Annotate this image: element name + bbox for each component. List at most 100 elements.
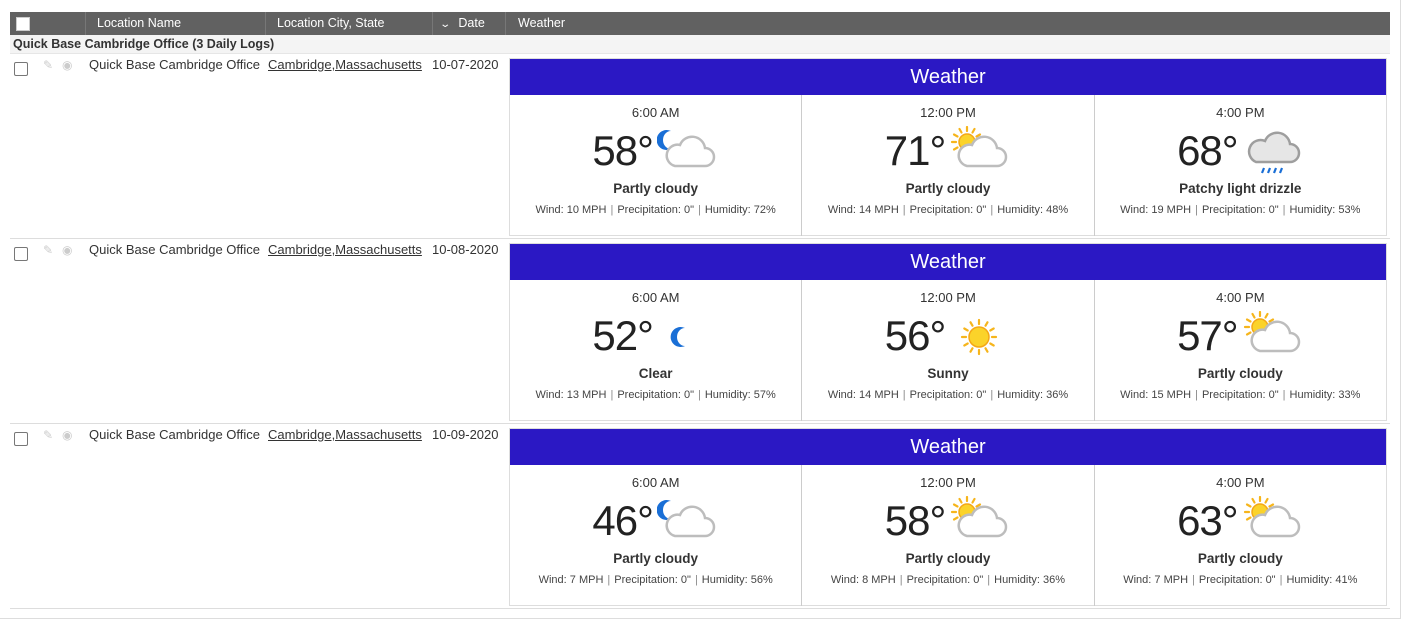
temperature: 63° xyxy=(1177,497,1239,544)
weather-stats: Wind: 10 MPH | Precipitation: 0" | Humidity:… xyxy=(510,204,801,216)
humidity-value: 36% xyxy=(1046,389,1069,401)
humidity-value: 56% xyxy=(750,574,773,586)
precip-value: 0" xyxy=(1265,574,1276,586)
weather-widget-title: Weather xyxy=(510,429,1386,465)
precip-value: 0" xyxy=(973,574,984,586)
weather-period: 6:00 AM 58° Partly cloudy Wind: 10 MPH | Prec… xyxy=(510,95,803,236)
separator: | xyxy=(902,389,906,401)
location-name-cell: Quick Base Cambridge Office xyxy=(89,427,260,442)
temperature: 52° xyxy=(592,312,654,359)
weather-stats: Wind: 7 MPH | Precipitation: 0" | Humidity: … xyxy=(510,574,801,586)
location-city-link[interactable]: Cambridge,Massachusetts xyxy=(268,57,422,72)
weather-period: 12:00 PM 71° Partly cloudy Wind: 14 MPH | Pre… xyxy=(802,95,1095,236)
row-checkbox[interactable] xyxy=(14,62,28,76)
separator: | xyxy=(607,574,611,586)
weather-period: 4:00 PM 63° Partly cloudy Wind: 7 MPH | Preci… xyxy=(1095,465,1386,606)
separator: | xyxy=(1282,389,1286,401)
wind-value: 7 MPH xyxy=(569,574,604,586)
temperature: 57° xyxy=(1177,312,1239,359)
humidity-value: 33% xyxy=(1338,389,1361,401)
row-checkbox[interactable] xyxy=(14,247,28,261)
wind-value: 8 MPH xyxy=(862,574,896,586)
chevron-down-icon: ⌄ xyxy=(439,19,452,30)
location-city-link[interactable]: Cambridge,Massachusetts xyxy=(268,427,422,442)
weather-widget: Weather 6:00 AM 52° Clear Wind: 13 MPH | Preci… xyxy=(509,243,1387,421)
humidity-value: 41% xyxy=(1335,574,1358,586)
temperature-line: 56° xyxy=(802,308,1093,364)
column-header-location-name[interactable]: Location Name xyxy=(86,12,266,35)
column-header-date[interactable]: ⌄ Date xyxy=(433,12,506,35)
temperature-line: 57° xyxy=(1095,308,1386,364)
edit-pencil-icon[interactable]: ✎ xyxy=(43,243,53,257)
edit-pencil-icon[interactable]: ✎ xyxy=(43,58,53,72)
temperature-line: 46° xyxy=(510,493,801,549)
temperature-line: 68° xyxy=(1095,123,1386,179)
separator: | xyxy=(987,574,991,586)
drizzle-cloud-icon xyxy=(1247,131,1300,174)
temperature-line: 63° xyxy=(1095,493,1386,549)
separator: | xyxy=(902,204,906,216)
humidity-value: 53% xyxy=(1338,204,1361,216)
condition-text: Clear xyxy=(638,366,673,381)
temperature: 58° xyxy=(884,497,947,544)
humidity-value: 72% xyxy=(753,204,776,216)
weather-stats: Wind: 7 MPH | Precipitation: 0" | Humidity: … xyxy=(1095,574,1386,586)
weather-stats: Wind: 8 MPH | Precipitation: 0" | Humidity: … xyxy=(802,574,1093,586)
location-city-link[interactable]: Cambridge,Massachusetts xyxy=(268,242,422,257)
weather-widget-title: Weather xyxy=(510,59,1386,95)
temperature: 58° xyxy=(592,127,654,174)
period-time: 6:00 AM xyxy=(631,105,680,120)
separator: | xyxy=(698,389,701,401)
weather-stats: Wind: 19 MPH | Precipitation: 0" | Humidity:… xyxy=(1095,204,1386,216)
weather-periods: 6:00 AM 52° Clear Wind: 13 MPH | Precipitatio… xyxy=(510,280,1386,421)
condition-text: Sunny xyxy=(927,366,969,381)
precip-value: 0" xyxy=(976,204,987,216)
period-time: 4:00 PM xyxy=(1216,105,1265,120)
view-eye-icon[interactable]: ◉ xyxy=(62,58,72,72)
row-checkbox[interactable] xyxy=(14,432,28,446)
location-name-cell: Quick Base Cambridge Office xyxy=(89,57,260,72)
sun-cloud-icon xyxy=(1243,311,1300,353)
sun-cloud-icon xyxy=(951,126,1008,168)
wind-label: Wind: xyxy=(827,204,856,216)
period-time: 12:00 PM xyxy=(920,290,976,305)
table-row: ✎ ◉ Quick Base Cambridge Office Cambridge,M… xyxy=(10,54,1390,239)
separator: | xyxy=(899,574,903,586)
wind-label: Wind: xyxy=(830,574,860,586)
precip-value: 0" xyxy=(1268,204,1279,216)
separator: | xyxy=(990,389,994,401)
precip-label: Precipitation: xyxy=(614,574,678,586)
column-header-location-city[interactable]: Location City, State xyxy=(266,12,433,35)
humidity-label: Humidity: xyxy=(1289,389,1336,401)
humidity-label: Humidity: xyxy=(997,204,1044,216)
wind-label: Wind: xyxy=(1120,204,1149,216)
view-eye-icon[interactable]: ◉ xyxy=(62,428,72,442)
weather-widget: Weather 6:00 AM 58° Partly cloudy Wind: 10 M… xyxy=(509,58,1387,236)
separator: | xyxy=(1195,204,1198,216)
weather-periods: 6:00 AM 58° Partly cloudy Wind: 10 MPH | Prec… xyxy=(510,95,1386,236)
weather-stats: Wind: 14 MPH | Precipitation: 0" | Humidity:… xyxy=(802,389,1093,401)
sun-cloud-icon xyxy=(951,496,1008,538)
date-cell: 10-09-2020 xyxy=(432,427,499,442)
condition-text: Partly cloudy xyxy=(613,551,699,566)
select-all-checkbox[interactable] xyxy=(16,17,30,31)
edit-pencil-icon[interactable]: ✎ xyxy=(43,428,53,442)
weather-stats: Wind: 15 MPH | Precipitation: 0" | Humidity:… xyxy=(1095,389,1386,401)
temperature-line: 58° xyxy=(510,123,801,179)
precip-label: Precipitation: xyxy=(906,574,971,586)
view-eye-icon[interactable]: ◉ xyxy=(62,243,72,257)
wind-value: 10 MPH xyxy=(566,204,607,216)
wind-label: Wind: xyxy=(1123,574,1152,586)
group-header: Quick Base Cambridge Office (3 Daily Log… xyxy=(10,35,1390,54)
condition-text: Partly cloudy xyxy=(613,181,699,196)
column-header-weather[interactable]: Weather xyxy=(506,12,1390,35)
wind-label: Wind: xyxy=(535,204,564,216)
precip-label: Precipitation: xyxy=(909,204,974,216)
moon-cloud-icon xyxy=(656,130,716,168)
separator: | xyxy=(1282,204,1286,216)
separator: | xyxy=(1279,574,1283,586)
condition-text: Partly cloudy xyxy=(1197,366,1283,381)
humidity-value: 36% xyxy=(1043,574,1066,586)
header-select-cell xyxy=(10,12,86,35)
precip-label: Precipitation: xyxy=(909,389,974,401)
